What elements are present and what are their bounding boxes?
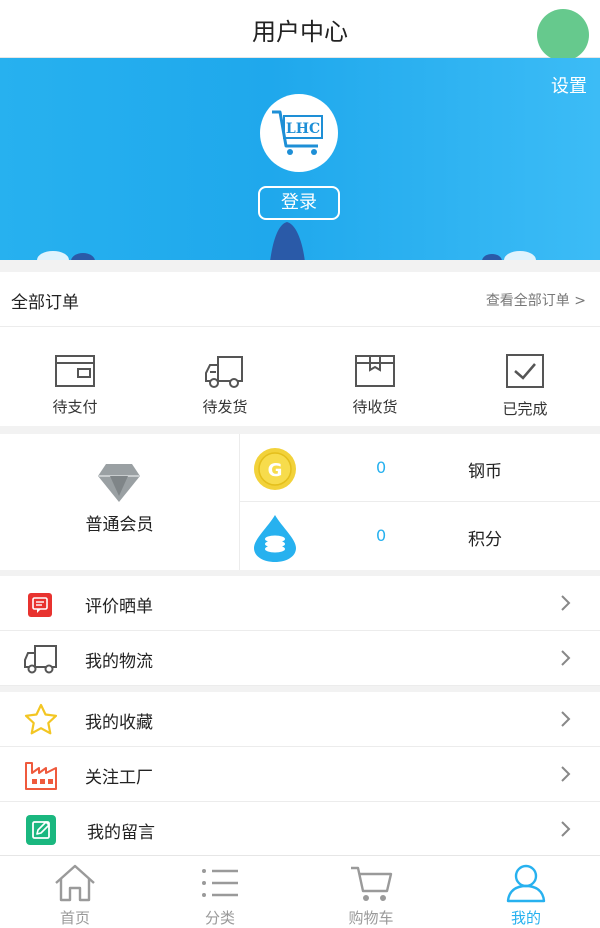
tab-label: 购物车 <box>348 909 394 927</box>
menu-item-messages[interactable]: 我的留言 <box>0 802 600 857</box>
points-value: 0 <box>376 526 387 545</box>
coin-badge: G <box>268 460 283 481</box>
menu-item-logistics[interactable]: 我的物流 <box>0 631 600 686</box>
order-status-label: 待发货 <box>202 398 248 416</box>
member-level[interactable]: 普通会员 <box>0 510 239 535</box>
wallet-icon <box>55 355 95 387</box>
points-drop-icon <box>254 515 296 562</box>
tab-home[interactable]: 首页 <box>0 856 150 928</box>
menu-item-label: 我的留言 <box>87 823 155 843</box>
package-icon <box>355 355 395 387</box>
order-status-label: 待收货 <box>352 398 398 416</box>
chevron-right-icon <box>561 711 571 727</box>
order-pending-receipt[interactable]: 待收货 <box>300 327 450 426</box>
coins-value: 0 <box>376 458 387 477</box>
chevron-right-icon <box>561 595 571 611</box>
divider <box>239 434 240 570</box>
edit-icon <box>26 815 56 845</box>
member-panel: 普通会员 G 0 钢币 0 积分 <box>0 434 600 570</box>
order-completed[interactable]: 已完成 <box>450 327 600 426</box>
tab-cart[interactable]: 购物车 <box>296 856 446 928</box>
menu-item-label: 关注工厂 <box>85 768 153 788</box>
comment-icon <box>28 593 52 617</box>
menu-item-label: 评价晒单 <box>85 597 153 617</box>
order-status-label: 待支付 <box>52 398 98 416</box>
menu-item-followed-factories[interactable]: 关注工厂 <box>0 747 600 802</box>
bottom-tab-bar: 首页 分类 购物车 我的 <box>0 855 600 928</box>
home-icon <box>55 864 95 902</box>
star-icon <box>24 703 58 735</box>
menu-item-label: 我的物流 <box>85 652 153 672</box>
coin-icon: G <box>254 448 296 490</box>
divider <box>240 501 600 502</box>
tab-label: 首页 <box>59 909 90 927</box>
list-icon <box>202 869 238 897</box>
diamond-icon <box>98 464 140 502</box>
avatar[interactable]: LHC <box>260 94 338 172</box>
cloud-decoration-icon <box>482 251 536 260</box>
menu-item-reviews[interactable]: 评价晒单 <box>0 576 600 631</box>
login-button[interactable]: 登录 <box>258 186 340 220</box>
view-all-orders-link[interactable]: 查看全部订单 > <box>486 290 586 310</box>
cloud-decoration-icon <box>37 251 95 260</box>
order-pending-payment[interactable]: 待支付 <box>0 327 150 426</box>
chevron-right-icon <box>561 650 571 666</box>
points-label: 积分 <box>468 530 502 550</box>
chevron-right-icon <box>561 821 571 837</box>
user-icon <box>506 864 546 903</box>
menu-item-label: 我的收藏 <box>85 713 153 733</box>
tab-categories[interactable]: 分类 <box>145 856 295 928</box>
cart-logo-icon: LHC <box>272 110 323 155</box>
chevron-right-icon <box>561 766 571 782</box>
truck-icon <box>24 645 57 674</box>
header-bar: 用户中心 <box>0 0 600 61</box>
wave-decoration-icon <box>270 222 305 260</box>
logo-text: LHC <box>286 121 320 137</box>
menu-item-favorites[interactable]: 我的收藏 <box>0 692 600 747</box>
order-status-label: 已完成 <box>502 400 548 418</box>
factory-icon <box>25 762 57 790</box>
floating-button[interactable] <box>537 9 589 61</box>
order-pending-shipment[interactable]: 待发货 <box>150 327 300 426</box>
order-status-row: 待支付 待发货 待收货 已完成 <box>0 327 600 426</box>
tab-mine[interactable]: 我的 <box>451 856 600 928</box>
checkbox-icon <box>506 354 544 388</box>
orders-title: 全部订单 <box>11 293 79 313</box>
coins-label: 钢币 <box>468 462 502 482</box>
page-title: 用户中心 <box>252 18 348 46</box>
truck-icon <box>205 356 243 388</box>
profile-banner: 设置 LHC 登录 <box>0 58 600 260</box>
tab-label: 我的 <box>510 909 541 927</box>
cart-icon <box>351 866 393 901</box>
tab-label: 分类 <box>204 909 235 927</box>
settings-link[interactable]: 设置 <box>551 72 587 98</box>
orders-header: 全部订单 查看全部订单 > <box>0 272 600 327</box>
